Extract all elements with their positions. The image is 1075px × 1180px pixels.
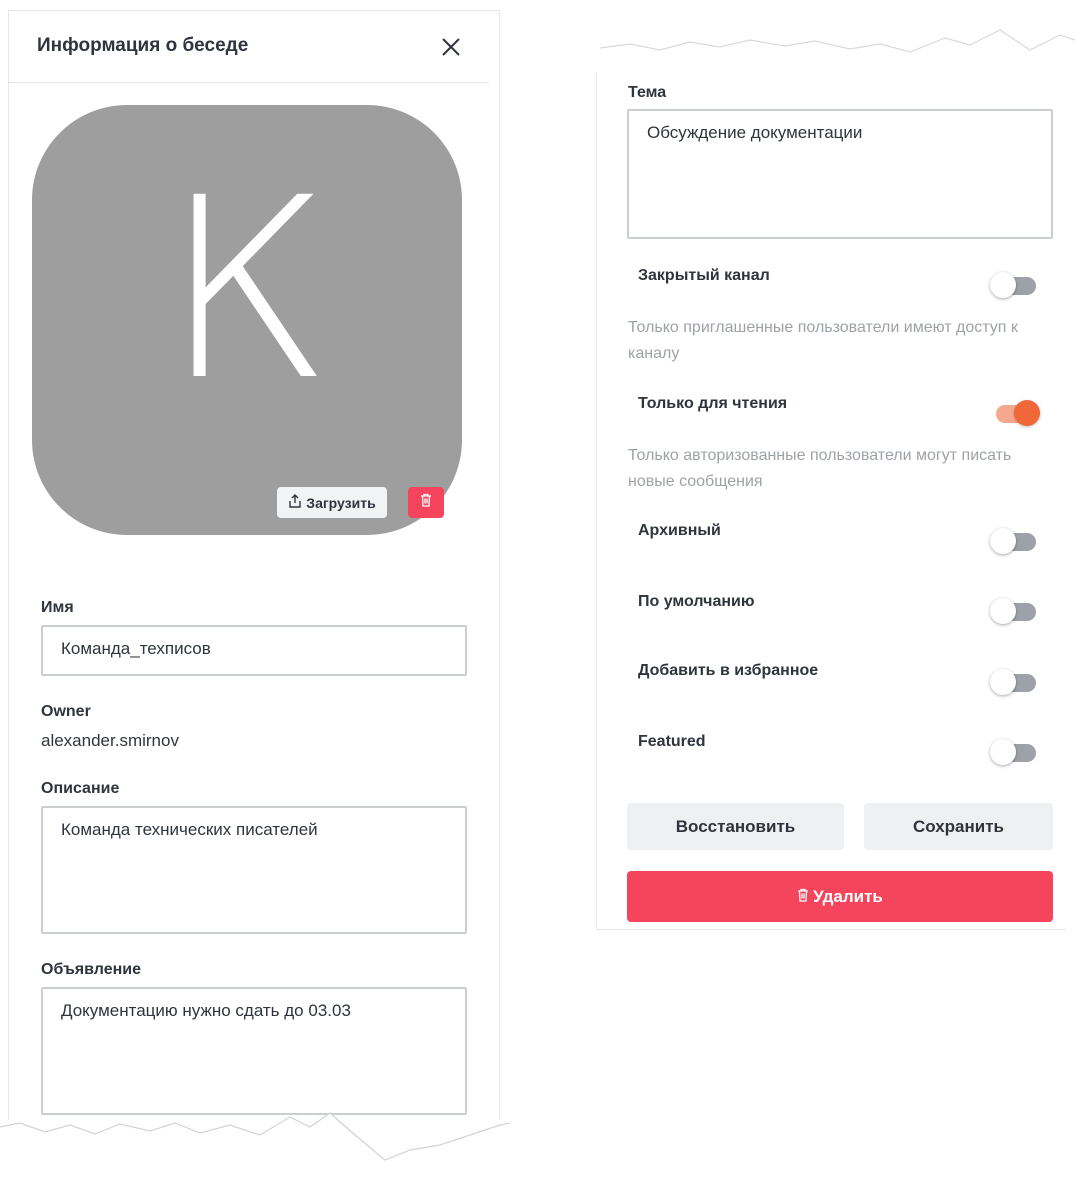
private-channel-hint: Только приглашенные пользователи имеют д…: [628, 319, 1018, 362]
private-channel-label: Закрытый канал: [638, 267, 770, 284]
torn-edge-decoration: [0, 1112, 510, 1180]
room-avatar: К: [32, 105, 462, 535]
delete-avatar-button[interactable]: [408, 487, 444, 518]
featured-toggle[interactable]: [990, 738, 1038, 766]
default-label: По умолчанию: [638, 593, 755, 610]
announcement-label: Объявление: [41, 961, 141, 978]
read-only-label: Только для чтения: [638, 395, 788, 412]
trash-icon: [797, 887, 809, 907]
delete-label: Удалить: [813, 886, 883, 906]
upload-icon: [288, 494, 302, 511]
featured-label: Featured: [638, 733, 706, 750]
name-label: Имя: [41, 599, 74, 616]
archived-toggle[interactable]: [990, 527, 1038, 555]
favorite-toggle[interactable]: [990, 668, 1038, 696]
favorite-label: Добавить в избранное: [638, 662, 819, 679]
archived-label: Архивный: [638, 522, 721, 539]
trash-icon: [420, 493, 432, 512]
private-channel-toggle[interactable]: [990, 271, 1038, 299]
avatar-letter: К: [162, 144, 332, 435]
upload-label: Загрузить: [306, 494, 376, 511]
name-input[interactable]: Команда_техписов: [41, 625, 467, 676]
panel-title: Информация о беседе: [37, 35, 249, 56]
description-label: Описание: [41, 780, 120, 797]
torn-edge-decoration: [599, 29, 1075, 53]
close-icon[interactable]: [439, 35, 463, 59]
default-toggle[interactable]: [990, 597, 1038, 625]
read-only-hint: Только авторизованные пользователи могут…: [628, 447, 1012, 490]
announcement-field[interactable]: Документацию нужно сдать до 03.03: [41, 987, 467, 1115]
topic-label: Тема: [628, 84, 667, 101]
owner-label: Owner: [41, 703, 91, 720]
delete-room-button[interactable]: Удалить: [627, 871, 1053, 922]
save-button[interactable]: Сохранить: [864, 803, 1053, 850]
panel-header: Информация о беседе: [9, 11, 489, 83]
topic-field[interactable]: Обсуждение документации: [627, 109, 1053, 239]
upload-avatar-button[interactable]: Загрузить: [277, 487, 387, 518]
owner-value: alexander.smirnov: [41, 731, 179, 750]
read-only-toggle[interactable]: [992, 399, 1040, 427]
description-field[interactable]: Команда технических писателей: [41, 806, 467, 934]
reset-button[interactable]: Восстановить: [627, 803, 844, 850]
